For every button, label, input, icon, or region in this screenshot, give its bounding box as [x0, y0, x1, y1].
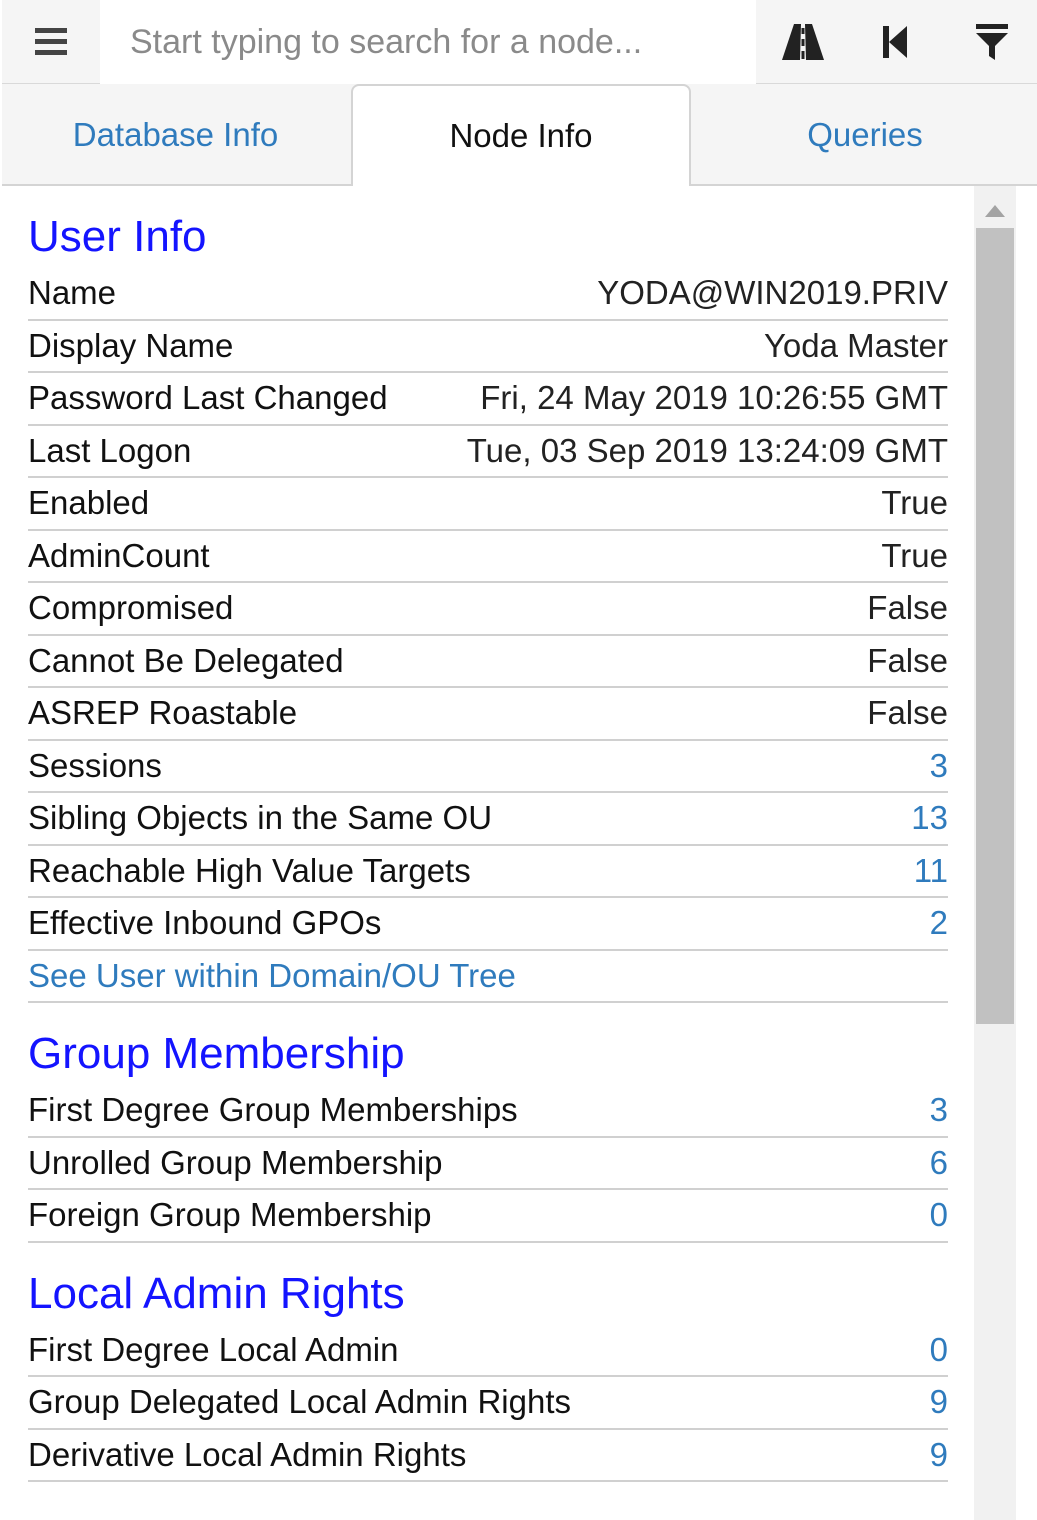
info-row-first-degree-admin: First Degree Local Admin 0 [28, 1325, 948, 1377]
step-backward-icon [883, 26, 907, 58]
row-label: Name [28, 274, 117, 312]
info-row-compromised: Compromised False [28, 583, 948, 636]
info-row-inbound-gpos: Effective Inbound GPOs 2 [28, 898, 948, 951]
row-label: Compromised [28, 589, 234, 627]
pathfinding-button[interactable] [758, 0, 848, 84]
row-label: Last Logon [28, 431, 192, 469]
info-row-name: Name YODA@WIN2019.PRIV [28, 268, 948, 321]
row-label: First Degree Local Admin [28, 1330, 399, 1368]
tab-label: Queries [807, 116, 923, 153]
info-row-derivative-admin: Derivative Local Admin Rights 9 [28, 1430, 948, 1482]
tab-node-info[interactable]: Node Info [351, 84, 691, 186]
info-row-first-degree-groups: First Degree Group Memberships 3 [28, 1085, 948, 1138]
row-value: False [867, 589, 948, 627]
row-label: Password Last Changed [28, 379, 388, 417]
row-label: Effective Inbound GPOs [28, 904, 382, 942]
first-degree-admin-link[interactable]: 0 [930, 1331, 948, 1369]
reachable-hvt-count-link[interactable]: 11 [914, 852, 948, 890]
row-value: Fri, 24 May 2019 10:26:55 GMT [480, 379, 948, 417]
user-info-title: User Info [28, 212, 207, 261]
row-label: Reachable High Value Targets [28, 851, 471, 889]
info-row-reachable-hvt: Reachable High Value Targets 11 [28, 846, 948, 898]
info-row-asrep-roastable: ASREP Roastable False [28, 688, 948, 741]
row-label: Group Delegated Local Admin Rights [28, 1383, 571, 1421]
foreign-groups-link[interactable]: 0 [930, 1196, 948, 1234]
filter-icon [976, 24, 1008, 60]
info-row-last-logon: Last Logon Tue, 03 Sep 2019 13:24:09 GMT [28, 426, 948, 478]
row-value: True [881, 536, 948, 574]
search-input[interactable] [100, 0, 756, 84]
row-label: Display Name [28, 326, 234, 364]
filter-button[interactable] [947, 0, 1037, 84]
info-row-foreign-groups: Foreign Group Membership 0 [28, 1190, 948, 1243]
row-label: Derivative Local Admin Rights [28, 1435, 467, 1473]
sibling-objects-count-link[interactable]: 13 [911, 799, 948, 837]
group-delegated-admin-link[interactable]: 9 [930, 1383, 948, 1421]
info-row-group-delegated-admin: Group Delegated Local Admin Rights 9 [28, 1377, 948, 1430]
info-row-tree-link: See User within Domain/OU Tree [28, 951, 948, 1003]
info-row-sessions: Sessions 3 [28, 741, 948, 793]
row-value: Tue, 03 Sep 2019 13:24:09 GMT [466, 431, 948, 469]
row-value: False [867, 694, 948, 732]
node-info-panel: User Info Name YODA@WIN2019.PRIV Display… [2, 186, 974, 1520]
triangle-up-icon [985, 205, 1005, 217]
see-user-in-tree-link[interactable]: See User within Domain/OU Tree [28, 957, 516, 995]
row-label: Sibling Objects in the Same OU [28, 799, 493, 837]
info-row-password-last-changed: Password Last Changed Fri, 24 May 2019 1… [28, 373, 948, 426]
toolbar [2, 0, 1037, 84]
info-row-sibling-objects: Sibling Objects in the Same OU 13 [28, 793, 948, 846]
row-label: Sessions [28, 746, 162, 784]
hamburger-menu-icon [35, 28, 67, 55]
local-admin-title: Local Admin Rights [28, 1268, 405, 1318]
row-label: Enabled [28, 484, 150, 522]
tab-label: Node Info [449, 117, 593, 154]
group-membership-title: Group Membership [28, 1029, 405, 1078]
road-icon [782, 24, 824, 60]
tab-queries[interactable]: Queries [693, 84, 1037, 186]
unrolled-groups-link[interactable]: 6 [930, 1144, 948, 1182]
row-label: First Degree Group Memberships [28, 1091, 518, 1129]
scrollbar[interactable] [974, 186, 1016, 1520]
row-value: YODA@WIN2019.PRIV [597, 274, 948, 312]
info-row-admincount: AdminCount True [28, 531, 948, 583]
inbound-gpos-count-link[interactable]: 2 [930, 904, 948, 942]
row-value: Yoda Master [763, 326, 948, 364]
row-label: ASREP Roastable [28, 694, 298, 732]
scrollbar-thumb[interactable] [976, 228, 1014, 1024]
back-button[interactable] [851, 0, 941, 84]
info-row-display-name: Display Name Yoda Master [28, 321, 948, 373]
tab-bar: Database Info Node Info Queries [2, 84, 1037, 186]
first-degree-groups-link[interactable]: 3 [930, 1091, 948, 1129]
row-label: Foreign Group Membership [28, 1196, 432, 1234]
derivative-admin-link[interactable]: 9 [930, 1436, 948, 1474]
sessions-count-link[interactable]: 3 [930, 747, 948, 785]
info-row-enabled: Enabled True [28, 478, 948, 531]
row-value: True [881, 484, 948, 522]
tab-database-info[interactable]: Database Info [2, 84, 349, 186]
info-row-unrolled-groups: Unrolled Group Membership 6 [28, 1138, 948, 1190]
row-value: False [867, 641, 948, 679]
tab-label: Database Info [72, 116, 279, 153]
row-label: AdminCount [28, 536, 210, 574]
menu-button[interactable] [2, 0, 100, 84]
row-label: Cannot Be Delegated [28, 641, 344, 679]
row-label: Unrolled Group Membership [28, 1143, 443, 1181]
info-row-cannot-be-delegated: Cannot Be Delegated False [28, 636, 948, 688]
scroll-up-button[interactable] [974, 196, 1016, 226]
